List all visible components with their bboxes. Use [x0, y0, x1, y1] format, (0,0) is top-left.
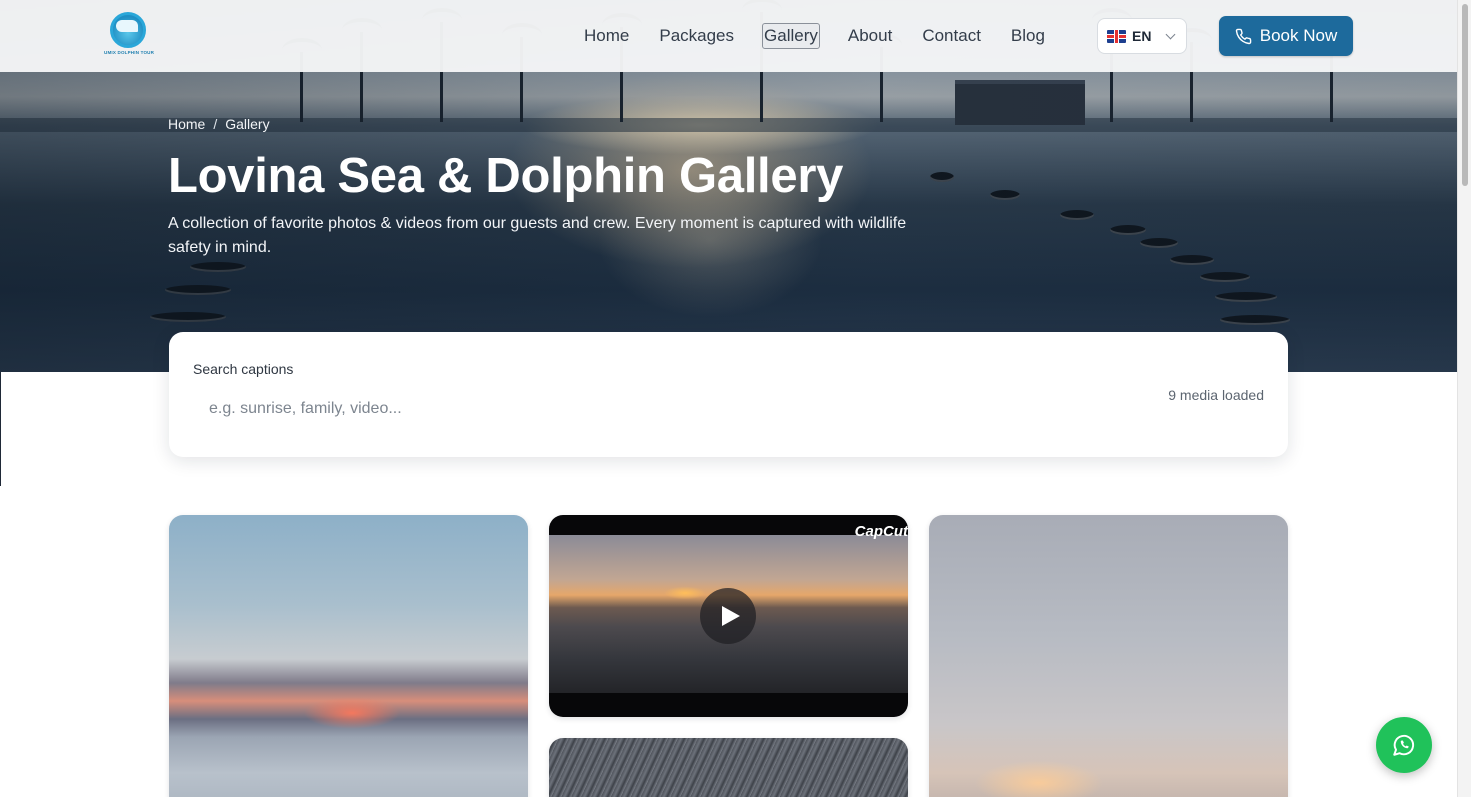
gallery-photo-sunset-sea[interactable] — [169, 515, 528, 797]
play-icon[interactable] — [700, 588, 756, 644]
main-nav: Home Packages Gallery About Contact Blog — [582, 20, 1073, 52]
search-captions-input[interactable] — [193, 392, 1093, 426]
whatsapp-button[interactable] — [1376, 717, 1432, 773]
page-title: Lovina Sea & Dolphin Gallery — [168, 149, 844, 203]
book-now-label: Book Now — [1259, 26, 1338, 45]
book-now-button[interactable]: Book Now — [1219, 16, 1353, 56]
whatsapp-icon — [1393, 734, 1414, 756]
gallery-photo-water-texture[interactable] — [549, 738, 908, 797]
page-scrollbar[interactable] — [1457, 0, 1471, 797]
language-code: EN — [1132, 28, 1152, 44]
capcut-watermark: CapCut — [854, 523, 908, 540]
nav-contact[interactable]: Contact — [920, 23, 983, 49]
uk-flag-icon — [1107, 29, 1126, 43]
chevron-down-icon — [1165, 29, 1176, 40]
nav-about[interactable]: About — [846, 23, 894, 49]
nav-gallery[interactable]: Gallery — [762, 23, 820, 49]
nav-home[interactable]: Home — [582, 23, 631, 49]
breadcrumb-home[interactable]: Home — [168, 116, 205, 132]
media-count: 9 media loaded — [1168, 387, 1264, 403]
breadcrumb: Home / Gallery — [168, 116, 270, 132]
logo-text: UMIX DOLPHIN TOUR — [104, 50, 155, 55]
site-logo[interactable]: UMIX DOLPHIN TOUR — [104, 12, 155, 58]
breadcrumb-separator: / — [213, 116, 218, 132]
search-card: Search captions 9 media loaded — [169, 332, 1288, 457]
language-selector[interactable]: EN — [1097, 18, 1187, 54]
gallery-video-sunset[interactable]: CapCut — [549, 515, 908, 717]
breadcrumb-current: Gallery — [225, 116, 270, 132]
nav-blog[interactable]: Blog — [1009, 23, 1047, 49]
dolphin-shape — [116, 20, 138, 32]
page-subtitle: A collection of favorite photos & videos… — [168, 215, 907, 256]
nav-packages[interactable]: Packages — [657, 23, 736, 49]
phone-icon — [1235, 28, 1252, 44]
gallery-photo-morning-sky[interactable] — [929, 515, 1288, 797]
page-edge-line — [0, 372, 1, 486]
scrollbar-thumb[interactable] — [1462, 4, 1468, 186]
search-label: Search captions — [193, 361, 294, 377]
site-navbar: UMIX DOLPHIN TOUR Home Packages Gallery … — [0, 0, 1457, 72]
